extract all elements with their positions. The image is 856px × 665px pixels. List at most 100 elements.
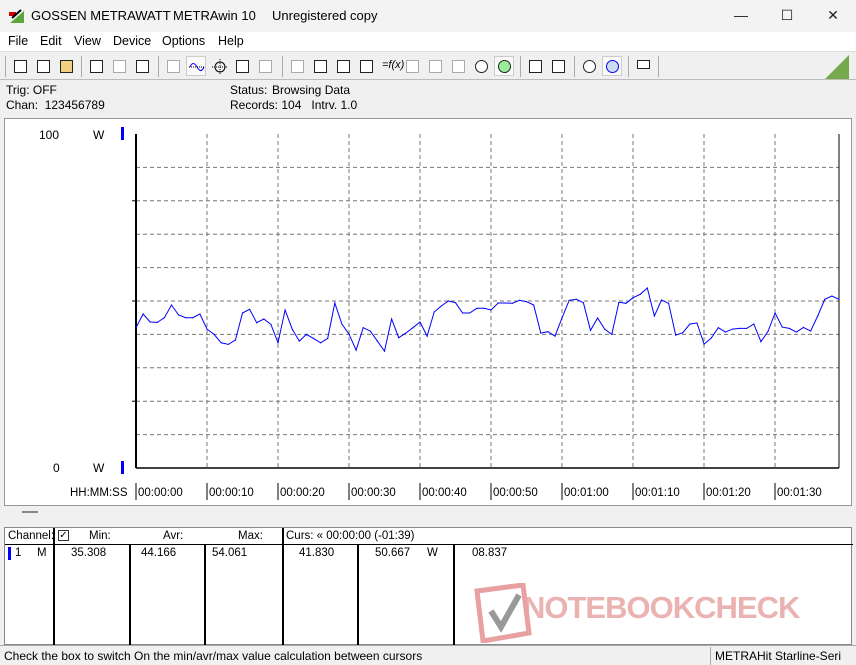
- print-setup-icon[interactable]: [548, 56, 568, 76]
- data-point: [561, 317, 563, 319]
- data-point: [504, 302, 506, 304]
- read-memory-disabled-icon[interactable]: [109, 56, 129, 76]
- header-cursor: Curs: « 00:00:00 (-01:39): [286, 530, 415, 542]
- monitor-icon[interactable]: [356, 56, 376, 76]
- chart-splitter[interactable]: [4, 506, 852, 526]
- read-memory-icon[interactable]: [86, 56, 106, 76]
- data-point: [341, 323, 343, 325]
- yt-chart[interactable]: 100 W 0 W HH:MM:SS 00:00:00 00:00:10 00:00:20 00…: [5, 119, 853, 507]
- menu-view[interactable]: View: [74, 34, 101, 48]
- menu-file[interactable]: File: [8, 34, 28, 48]
- data-point: [462, 312, 464, 314]
- toolbar-separator: [658, 56, 659, 77]
- import-icon[interactable]: [310, 56, 330, 76]
- data-point: [611, 333, 613, 335]
- data-point: [639, 293, 641, 295]
- x-tick-label: 00:00:10: [209, 487, 254, 499]
- toolbar-separator: [5, 56, 6, 77]
- data-point: [525, 301, 528, 303]
- max-value: 54.061: [212, 547, 248, 559]
- title-bar: GOSSEN METRAWATT METRAwin 10 Unregistere…: [0, 0, 856, 32]
- avr-value: 44.166: [141, 547, 177, 559]
- zoom-wave-icon[interactable]: [579, 56, 599, 76]
- data-point: [241, 312, 244, 314]
- device-icon[interactable]: [402, 56, 422, 76]
- trigger-wave-icon[interactable]: [448, 56, 468, 76]
- data-point: [490, 309, 492, 311]
- data-point: [206, 328, 208, 330]
- brand-title: GOSSEN METRAWATT: [31, 8, 171, 23]
- menu-device[interactable]: Device: [113, 34, 151, 48]
- data-point: [753, 323, 755, 325]
- data-point: [256, 322, 258, 324]
- menu-help[interactable]: Help: [218, 34, 244, 48]
- header-min: Min:: [89, 530, 111, 542]
- channel-mode: M: [37, 547, 47, 559]
- data-point: [568, 299, 570, 301]
- data-point: [817, 315, 819, 317]
- data-point: [582, 302, 584, 304]
- close-button[interactable]: ✕: [810, 0, 856, 32]
- data-point: [227, 343, 229, 346]
- data-point: [383, 350, 386, 352]
- data-point: [405, 332, 407, 334]
- data-point: [596, 317, 599, 319]
- data-point: [163, 317, 166, 319]
- comment-icon[interactable]: [633, 56, 653, 76]
- data-point: [476, 307, 478, 309]
- x-tick-label: 00:01:10: [635, 487, 680, 499]
- y-unit-label: W: [93, 461, 105, 475]
- menu-options[interactable]: Options: [162, 34, 205, 48]
- display-values-icon[interactable]: [163, 56, 183, 76]
- menu-edit[interactable]: Edit: [40, 34, 62, 48]
- clock-icon[interactable]: [471, 56, 491, 76]
- data-point: [710, 337, 712, 339]
- data-point: [554, 335, 556, 337]
- minimize-button[interactable]: —: [718, 0, 764, 32]
- data-point: [348, 333, 350, 335]
- values-table: Channel: ✓ Min: Avr: Max: Curs: « 00:00:…: [4, 527, 853, 646]
- header-max: Max:: [238, 530, 263, 542]
- data-point: [838, 298, 840, 300]
- data-point: [412, 327, 414, 329]
- data-point: [540, 332, 542, 334]
- data-point: [398, 337, 400, 339]
- splitter-handle-icon[interactable]: [22, 511, 38, 513]
- stopwatch-icon[interactable]: [494, 56, 514, 76]
- data-point: [483, 307, 485, 309]
- data-point: [589, 329, 592, 331]
- transfer-icon[interactable]: [287, 56, 307, 76]
- trigger-status: Trig: OFF: [6, 83, 57, 97]
- data-point: [675, 334, 677, 336]
- save-as-icon[interactable]: [33, 56, 53, 76]
- data-point: [497, 302, 499, 304]
- logic-icon[interactable]: [333, 56, 353, 76]
- data-point: [440, 305, 442, 307]
- data-point: [391, 318, 393, 320]
- data-point: [646, 287, 648, 289]
- data-point: [632, 297, 634, 299]
- cursor-calc-checkbox[interactable]: ✓: [58, 530, 69, 541]
- table-icon[interactable]: [232, 56, 252, 76]
- data-point: [156, 321, 158, 323]
- function-icon[interactable]: =f(x): [379, 56, 404, 76]
- histogram-icon[interactable]: [255, 56, 275, 76]
- maximize-button[interactable]: ☐: [764, 0, 810, 32]
- save-icon[interactable]: [10, 56, 30, 76]
- xy-chart-icon[interactable]: [209, 56, 229, 76]
- data-point: [270, 323, 272, 325]
- data-point: [724, 331, 726, 333]
- toolbar-separator: [158, 56, 159, 77]
- data-point: [625, 302, 627, 304]
- toolbar-separator: [282, 56, 283, 77]
- zoom-icon[interactable]: [602, 56, 622, 76]
- data-point: [234, 339, 237, 341]
- print-icon[interactable]: [525, 56, 545, 76]
- toolbar-separator: [628, 56, 629, 77]
- open-icon[interactable]: [56, 56, 76, 76]
- data-point: [795, 331, 797, 333]
- data-point: [703, 343, 705, 345]
- device-memory-icon[interactable]: [132, 56, 152, 76]
- trigger-icon[interactable]: [425, 56, 445, 76]
- yt-chart-icon[interactable]: [186, 56, 206, 76]
